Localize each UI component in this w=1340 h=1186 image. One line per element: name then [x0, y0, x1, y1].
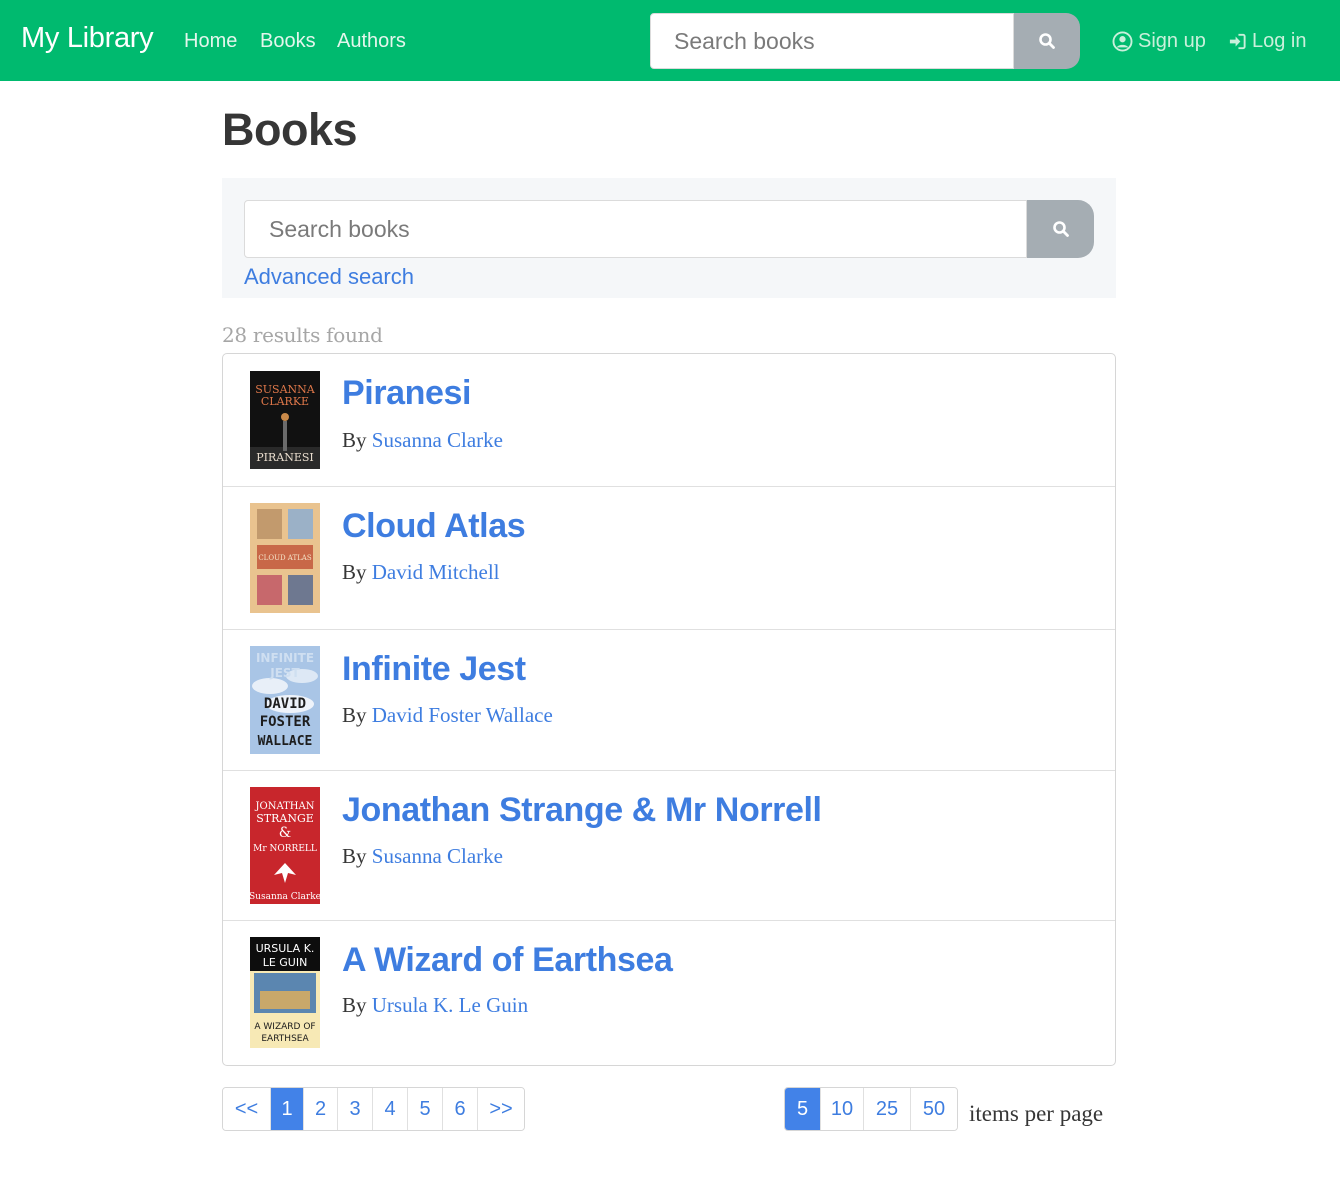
pagination-page-3[interactable]: 3 [338, 1088, 373, 1130]
list-item: CLOUD ATLAS Cloud Atlas By David Mitchel… [223, 487, 1115, 630]
svg-text:JEST: JEST [269, 666, 300, 680]
navbar-search: Search books [650, 13, 1080, 69]
book-byline: By Ursula K. Le Guin [342, 993, 528, 1018]
pagination-page-2[interactable]: 2 [304, 1088, 338, 1130]
pagination-page-5[interactable]: 5 [408, 1088, 443, 1130]
svg-text:Mr NORRELL: Mr NORRELL [253, 844, 317, 854]
book-cover-image[interactable]: SUSANNA CLARKE PIRANESI [250, 371, 320, 469]
pagination-page-6[interactable]: 6 [443, 1088, 478, 1130]
nav-link-books[interactable]: Books [260, 30, 316, 53]
results-count: 28 results found [222, 323, 383, 347]
list-item: URSULA K. LE GUIN A WIZARD OF EARTHSEA A… [223, 921, 1115, 1065]
items-per-page-label: items per page [969, 1101, 1104, 1126]
login-label: Log in [1252, 30, 1307, 52]
sign-in-icon [1229, 33, 1246, 50]
book-title-link[interactable]: Jonathan Strange & Mr Norrell [342, 791, 822, 830]
navbar-search-button[interactable] [1014, 13, 1080, 69]
book-cover-image[interactable]: URSULA K. LE GUIN A WIZARD OF EARTHSEA [250, 937, 320, 1048]
author-link[interactable]: Susanna Clarke [372, 844, 503, 868]
signup-label: Sign up [1138, 30, 1206, 52]
book-cover-image[interactable]: INFINITE JEST DAVID FOSTER WALLACE [250, 646, 320, 754]
list-item: JONATHAN STRANGE & Mr NORRELL Susanna Cl… [223, 771, 1115, 921]
book-cover-image[interactable]: JONATHAN STRANGE & Mr NORRELL Susanna Cl… [250, 787, 320, 904]
per-page-option-25[interactable]: 25 [864, 1088, 911, 1130]
byline-prefix: By [342, 560, 367, 584]
book-search-panel: Search books Advanced search [222, 178, 1116, 298]
author-link[interactable]: Ursula K. Le Guin [372, 993, 528, 1017]
pagination-next[interactable]: >> [478, 1088, 524, 1130]
book-title-link[interactable]: Infinite Jest [342, 650, 526, 689]
svg-text:Susanna Clarke: Susanna Clarke [250, 892, 320, 902]
pagination-page-4[interactable]: 4 [373, 1088, 408, 1130]
list-item: INFINITE JEST DAVID FOSTER WALLACE Infin… [223, 630, 1115, 771]
book-title-link[interactable]: Cloud Atlas [342, 507, 526, 546]
pagination: << 1 2 3 4 5 6 >> [222, 1087, 525, 1131]
svg-text:WALLACE: WALLACE [258, 734, 313, 749]
advanced-search-link[interactable]: Advanced search [244, 264, 414, 290]
signup-link[interactable]: Sign up [1112, 30, 1206, 53]
svg-text:EARTHSEA: EARTHSEA [261, 1034, 309, 1044]
author-link[interactable]: Susanna Clarke [372, 428, 503, 452]
search-icon [1039, 33, 1055, 49]
nav-link-authors[interactable]: Authors [337, 30, 406, 53]
book-cover-image[interactable]: CLOUD ATLAS [250, 503, 320, 613]
page-title: Books [222, 104, 358, 155]
book-byline: By David Mitchell [342, 560, 500, 585]
author-link[interactable]: David Foster Wallace [372, 703, 553, 727]
svg-text:LE GUIN: LE GUIN [263, 956, 308, 969]
svg-text:CLARKE: CLARKE [261, 395, 309, 408]
svg-text:JONATHAN: JONATHAN [255, 801, 315, 812]
top-navbar: My Library Home Books Authors Search boo… [0, 0, 1340, 81]
svg-text:PIRANESI: PIRANESI [256, 451, 314, 464]
svg-text:&: & [279, 825, 291, 841]
per-page-option-5[interactable]: 5 [785, 1088, 821, 1130]
byline-prefix: By [342, 844, 367, 868]
list-item: SUSANNA CLARKE PIRANESI Piranesi By Susa… [223, 354, 1115, 487]
per-page-option-10[interactable]: 10 [821, 1088, 864, 1130]
brand-logo[interactable]: My Library [21, 22, 154, 55]
nav-link-home[interactable]: Home [184, 30, 237, 53]
book-title-link[interactable]: A Wizard of Earthsea [342, 941, 673, 980]
navbar-search-input[interactable]: Search books [650, 13, 1014, 69]
svg-text:URSULA K.: URSULA K. [256, 942, 315, 955]
book-search-input[interactable]: Search books [244, 200, 1027, 258]
svg-text:FOSTER: FOSTER [260, 714, 311, 730]
pagination-page-1[interactable]: 1 [271, 1088, 304, 1130]
book-list: SUSANNA CLARKE PIRANESI Piranesi By Susa… [222, 353, 1116, 1066]
byline-prefix: By [342, 703, 367, 727]
user-circle-icon [1112, 31, 1133, 52]
svg-text:A WIZARD OF: A WIZARD OF [254, 1022, 315, 1032]
pagination-prev[interactable]: << [223, 1088, 271, 1130]
byline-prefix: By [342, 428, 367, 452]
svg-text:STRANGE: STRANGE [256, 812, 314, 825]
book-search-field: Search books [244, 200, 1094, 258]
author-link[interactable]: David Mitchell [372, 560, 500, 584]
per-page-option-50[interactable]: 50 [911, 1088, 957, 1130]
book-search-button[interactable] [1027, 200, 1094, 258]
book-title-link[interactable]: Piranesi [342, 374, 472, 413]
login-link[interactable]: Log in [1228, 30, 1307, 53]
search-icon [1052, 221, 1069, 237]
svg-text:CLOUD ATLAS: CLOUD ATLAS [258, 554, 312, 562]
byline-prefix: By [342, 993, 367, 1017]
svg-text:DAVID: DAVID [264, 696, 306, 712]
book-byline: By Susanna Clarke [342, 844, 503, 869]
svg-text:INFINITE: INFINITE [256, 651, 314, 665]
book-byline: By David Foster Wallace [342, 703, 553, 728]
items-per-page-selector: 5 10 25 50 [784, 1087, 958, 1131]
book-byline: By Susanna Clarke [342, 428, 503, 453]
